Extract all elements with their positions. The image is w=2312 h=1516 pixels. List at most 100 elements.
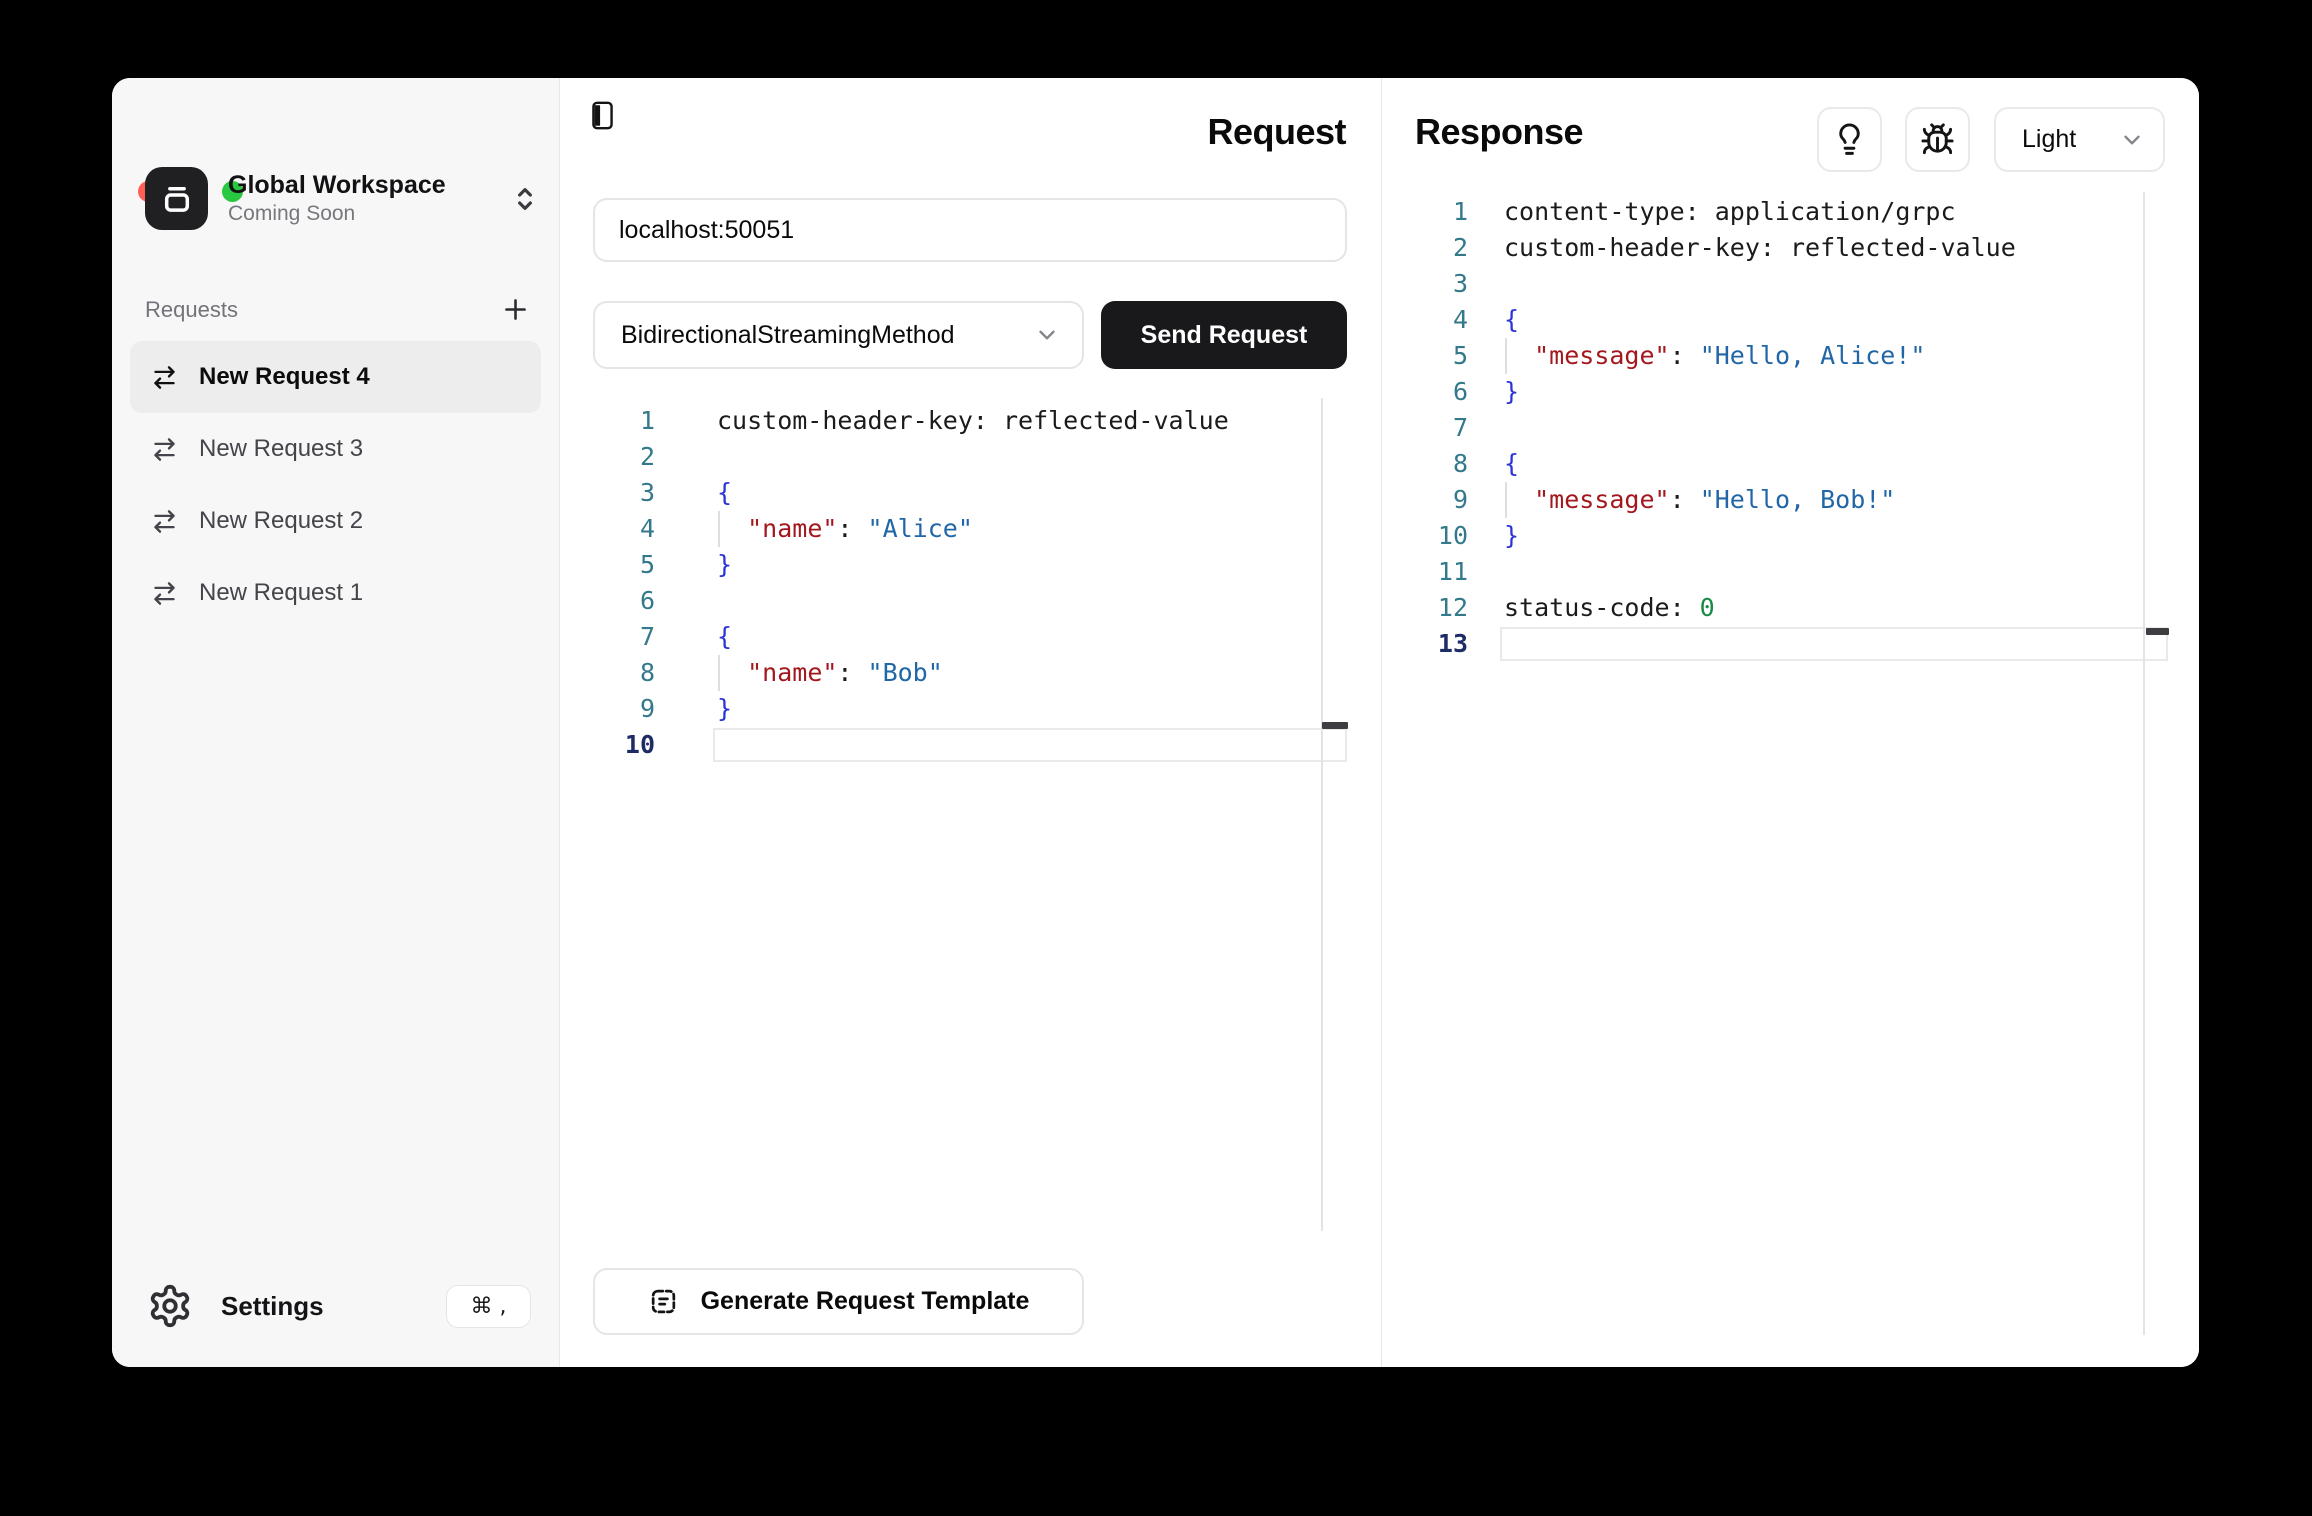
line-number: 5 <box>1382 338 1468 374</box>
swap-arrows-icon <box>151 580 178 607</box>
line-number: 2 <box>1382 230 1468 266</box>
code-line-9[interactable]: 9 "message": "Hello, Bob!" <box>1382 482 2199 518</box>
code-line-8[interactable]: 8 "name": "Bob" <box>560 655 1381 691</box>
code-text: } <box>717 691 732 727</box>
line-number: 10 <box>560 727 655 763</box>
workspace-switcher[interactable]: Global Workspace Coming Soon <box>145 167 541 230</box>
code-line-3[interactable]: 3{ <box>560 475 1381 511</box>
archive-icon <box>158 180 196 218</box>
sidebar-item-new-request-4[interactable]: New Request 4 <box>130 341 541 413</box>
line-number: 6 <box>1382 374 1468 410</box>
code-line-1[interactable]: 1 content-type: application/grpc <box>1382 194 2199 230</box>
line-number: 2 <box>560 439 655 475</box>
requests-section-label: Requests <box>145 297 238 323</box>
workspace-icon <box>145 167 208 230</box>
sidebar-item-new-request-2[interactable]: New Request 2 <box>130 485 541 557</box>
response-panel: Response Light 1content-type: appli <box>1382 78 2199 1367</box>
generate-template-button[interactable]: Generate Request Template <box>593 1268 1084 1335</box>
tip-button[interactable] <box>1817 107 1882 172</box>
code-line-5[interactable]: 5} <box>560 547 1381 583</box>
code-text: } <box>1504 374 1519 410</box>
code-line-2[interactable]: 2 <box>560 439 1381 475</box>
method-dropdown[interactable]: BidirectionalStreamingMethod <box>593 301 1084 369</box>
line-number: 4 <box>560 511 655 547</box>
swap-arrows-icon <box>151 436 178 463</box>
code-line-7[interactable]: 7{ <box>560 619 1381 655</box>
lightbulb-icon <box>1832 122 1867 157</box>
template-icon <box>648 1286 679 1317</box>
code-line-8[interactable]: 8{ <box>1382 446 2199 482</box>
add-request-button[interactable] <box>500 294 531 325</box>
code-line-4[interactable]: 4 "name": "Alice" <box>560 511 1381 547</box>
line-number: 5 <box>560 547 655 583</box>
swap-arrows-icon <box>151 364 178 391</box>
swap-arrows-icon <box>151 508 178 535</box>
line-number: 7 <box>1382 410 1468 446</box>
code-line-2[interactable]: 2 custom-header-key: reflected-value <box>1382 230 2199 266</box>
code-line-13[interactable]: 13 <box>1382 626 2199 662</box>
code-text: content-type: application/grpc <box>1504 194 1956 230</box>
line-number: 3 <box>560 475 655 511</box>
code-line-5[interactable]: 5 "message": "Hello, Alice!" <box>1382 338 2199 374</box>
request-editor-border <box>1321 398 1323 1231</box>
code-text: { <box>717 619 732 655</box>
code-line-11[interactable]: 11 <box>1382 554 2199 590</box>
request-item-label: New Request 1 <box>199 579 363 607</box>
active-line-box <box>713 728 1347 762</box>
line-number: 8 <box>560 655 655 691</box>
request-editor-scrollbar-thumb[interactable] <box>1322 722 1348 729</box>
code-line-1[interactable]: 1custom-header-key: reflected-value <box>560 403 1381 439</box>
code-text: custom-header-key: reflected-value <box>1504 230 2016 266</box>
toggle-sidebar-button[interactable] <box>588 99 617 132</box>
line-number: 12 <box>1382 590 1468 626</box>
debug-button[interactable] <box>1905 107 1970 172</box>
code-text: { <box>1504 302 1519 338</box>
line-number: 7 <box>560 619 655 655</box>
line-number: 11 <box>1382 554 1468 590</box>
response-editor-scrollbar-thumb[interactable] <box>2146 628 2169 635</box>
code-line-9[interactable]: 9} <box>560 691 1381 727</box>
request-item-label: New Request 2 <box>199 507 363 535</box>
method-dropdown-value: BidirectionalStreamingMethod <box>621 321 955 350</box>
code-line-10[interactable]: 10} <box>1382 518 2199 554</box>
request-editor[interactable]: 1custom-header-key: reflected-value23{4 … <box>560 403 1381 763</box>
response-panel-title: Response <box>1415 111 1583 153</box>
code-line-4[interactable]: 4{ <box>1382 302 2199 338</box>
response-editor[interactable]: 1 content-type: application/grpc 2 custom-h… <box>1382 194 2199 662</box>
server-address-input[interactable] <box>593 198 1347 262</box>
indent-guide <box>718 511 720 547</box>
requests-header: Requests <box>145 294 531 325</box>
line-number: 1 <box>1382 194 1468 230</box>
code-line-6[interactable]: 6 <box>560 583 1381 619</box>
code-text: { <box>1504 446 1519 482</box>
code-text: status-code: 0 <box>1504 590 1715 626</box>
sidebar: Global Workspace Coming Soon Requests <box>112 78 560 1367</box>
code-line-3[interactable]: 3 <box>1382 266 2199 302</box>
line-number: 9 <box>1382 482 1468 518</box>
line-number: 6 <box>560 583 655 619</box>
theme-dropdown[interactable]: Light <box>1994 107 2165 172</box>
code-text: "name": "Alice" <box>717 511 973 547</box>
send-request-button[interactable]: Send Request <box>1101 301 1347 369</box>
code-line-12[interactable]: 12 status-code: 0 <box>1382 590 2199 626</box>
indent-guide <box>718 655 720 691</box>
chevron-down-icon <box>1034 322 1060 348</box>
code-text: } <box>717 547 732 583</box>
line-number: 9 <box>560 691 655 727</box>
sidebar-item-new-request-3[interactable]: New Request 3 <box>130 413 541 485</box>
sidebar-item-new-request-1[interactable]: New Request 1 <box>130 557 541 629</box>
settings-label: Settings <box>221 1291 324 1322</box>
settings-row[interactable]: Settings ⌘ , <box>147 1273 531 1339</box>
code-text: "message": "Hello, Bob!" <box>1504 482 1895 518</box>
indent-guide <box>1505 482 1507 518</box>
bug-icon <box>1920 122 1955 157</box>
chevron-down-icon <box>2119 127 2145 153</box>
code-line-10[interactable]: 10 <box>560 727 1381 763</box>
request-list: New Request 4 New Request 3 New Request … <box>130 341 541 629</box>
theme-dropdown-value: Light <box>2022 125 2076 154</box>
active-line-box <box>1500 627 2168 661</box>
code-line-6[interactable]: 6} <box>1382 374 2199 410</box>
code-line-7[interactable]: 7 <box>1382 410 2199 446</box>
chevrons-up-down-icon[interactable] <box>509 183 541 215</box>
code-text: { <box>717 475 732 511</box>
